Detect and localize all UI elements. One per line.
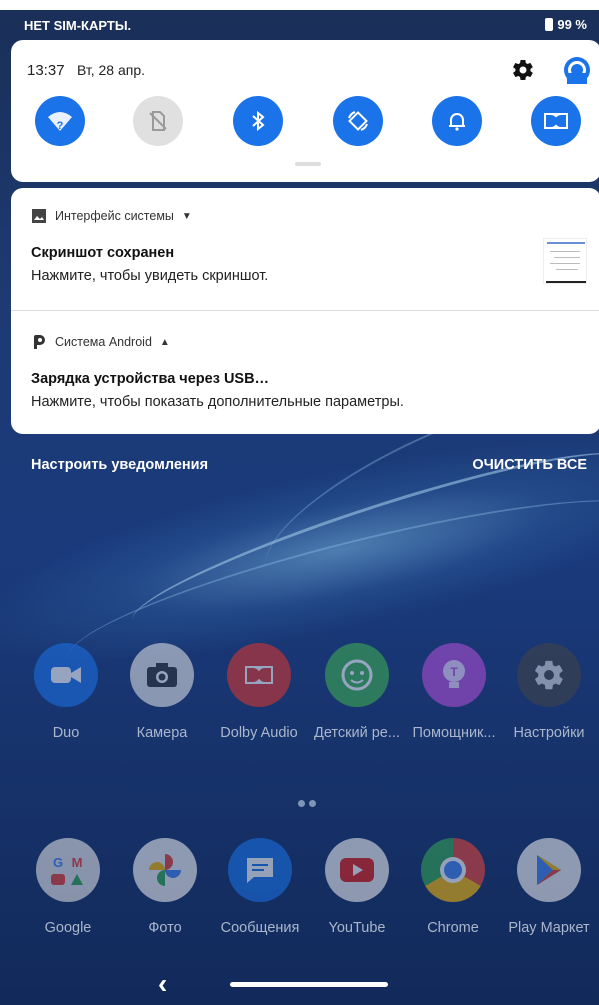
sim-tile[interactable] — [133, 96, 183, 146]
wifi-tile[interactable]: ? — [35, 96, 85, 146]
camera-icon — [130, 643, 194, 707]
svg-text:T: T — [450, 665, 458, 679]
svg-text:?: ? — [57, 120, 64, 132]
auto-rotate-icon — [348, 111, 368, 131]
app-play-store[interactable]: Play Маркет — [501, 838, 597, 936]
gear-icon[interactable] — [511, 58, 535, 82]
app-chrome[interactable]: Chrome — [405, 838, 501, 936]
app-label: Настройки — [513, 725, 585, 741]
manage-notifications-button[interactable]: Настроить уведомления — [31, 457, 208, 473]
home-screen: НЕТ SIM-КАРТЫ. 99 % 13:37 Вт, 28 апр. ? — [0, 0, 599, 1005]
dolby-icon — [544, 113, 568, 129]
quick-settings-panel: 13:37 Вт, 28 апр. ? — [11, 40, 599, 182]
page-dot — [298, 800, 305, 807]
app-label: Duo — [52, 725, 80, 741]
status-bar: НЕТ SIM-КАРТЫ. 99 % — [0, 10, 599, 38]
app-label: YouTube — [328, 920, 386, 936]
divider — [11, 310, 599, 311]
dolby-tile[interactable] — [531, 96, 581, 146]
notification-actions: Настроить уведомления ОЧИСТИТЬ ВСЕ — [0, 455, 599, 477]
carrier-label: НЕТ SIM-КАРТЫ. — [24, 18, 132, 33]
notification-header: Интерфейс системы ▼ — [31, 208, 192, 224]
app-label: Сообщения — [220, 920, 300, 936]
notification-title: Скриншот сохранен — [31, 245, 175, 261]
bluetooth-tile[interactable] — [233, 96, 283, 146]
notification-text: Нажмите, чтобы увидеть скриншот. — [31, 268, 269, 284]
notification-app-name: Система Android — [55, 335, 152, 349]
app-assistant[interactable]: T Помощник... — [406, 643, 502, 741]
bell-icon — [449, 113, 465, 131]
battery-status: 99 % — [545, 17, 587, 32]
play-store-icon — [517, 838, 581, 902]
sound-tile[interactable] — [432, 96, 482, 146]
dolby-icon — [227, 643, 291, 707]
app-photos[interactable]: Фото — [117, 838, 213, 936]
app-duo[interactable]: Duo — [18, 643, 114, 741]
app-label: Камера — [136, 725, 188, 741]
app-label: Google — [44, 920, 92, 936]
app-label: Dolby Audio — [220, 725, 298, 741]
android-system-icon — [34, 335, 45, 349]
app-camera[interactable]: Камера — [114, 643, 210, 741]
app-label: Помощник... — [412, 725, 496, 741]
svg-text:M: M — [72, 855, 83, 870]
notification-text: Нажмите, чтобы показать дополнительные п… — [31, 394, 404, 410]
app-settings[interactable]: Настройки — [501, 643, 597, 741]
bluetooth-icon — [252, 110, 265, 132]
app-label: Play Маркет — [508, 920, 590, 936]
duo-icon — [34, 643, 98, 707]
chevron-down-icon[interactable]: ▼ — [182, 211, 192, 222]
app-label: Фото — [148, 920, 182, 936]
top-strip — [0, 0, 599, 10]
gear-icon — [517, 643, 581, 707]
battery-icon — [545, 18, 554, 31]
page-indicator — [298, 800, 316, 807]
home-handle[interactable] — [230, 982, 388, 987]
clear-all-button[interactable]: ОЧИСТИТЬ ВСЕ — [472, 457, 587, 473]
kids-icon — [325, 643, 389, 707]
drag-handle[interactable] — [295, 162, 321, 166]
no-sim-icon — [149, 111, 167, 131]
notification-list: Интерфейс системы ▼ Скриншот сохранен На… — [11, 188, 599, 434]
youtube-icon — [325, 838, 389, 902]
app-dolby[interactable]: Dolby Audio — [211, 643, 307, 741]
google-folder-icon: GM — [36, 838, 100, 902]
page-dot — [309, 800, 316, 807]
app-google[interactable]: GM Google — [20, 838, 116, 936]
battery-percent: 99 % — [557, 17, 587, 32]
date-label[interactable]: Вт, 28 апр. — [77, 62, 145, 78]
app-label: Chrome — [427, 920, 479, 936]
svg-text:G: G — [53, 855, 63, 870]
image-icon — [32, 209, 46, 223]
auto-rotate-tile[interactable] — [333, 96, 383, 146]
navigation-bar: ‹ — [0, 960, 599, 1005]
app-kids[interactable]: Детский ре... — [309, 643, 405, 741]
lightbulb-icon: T — [422, 643, 486, 707]
wifi-icon: ? — [48, 112, 72, 132]
app-youtube[interactable]: YouTube — [309, 838, 405, 936]
photos-icon — [133, 838, 197, 902]
back-button[interactable]: ‹ — [158, 968, 167, 1000]
app-messages[interactable]: Сообщения — [212, 838, 308, 936]
notification-app-name: Интерфейс системы — [55, 209, 174, 223]
notification-header: Система Android ▲ — [31, 334, 170, 350]
chevron-up-icon[interactable]: ▲ — [160, 337, 170, 348]
app-label: Детский ре... — [314, 725, 400, 741]
chrome-icon — [421, 838, 485, 902]
notification-title: Зарядка устройства через USB… — [31, 371, 270, 387]
account-icon[interactable] — [563, 56, 591, 84]
screenshot-thumbnail[interactable] — [543, 238, 587, 284]
clock: 13:37 — [27, 62, 65, 79]
messages-icon — [228, 838, 292, 902]
